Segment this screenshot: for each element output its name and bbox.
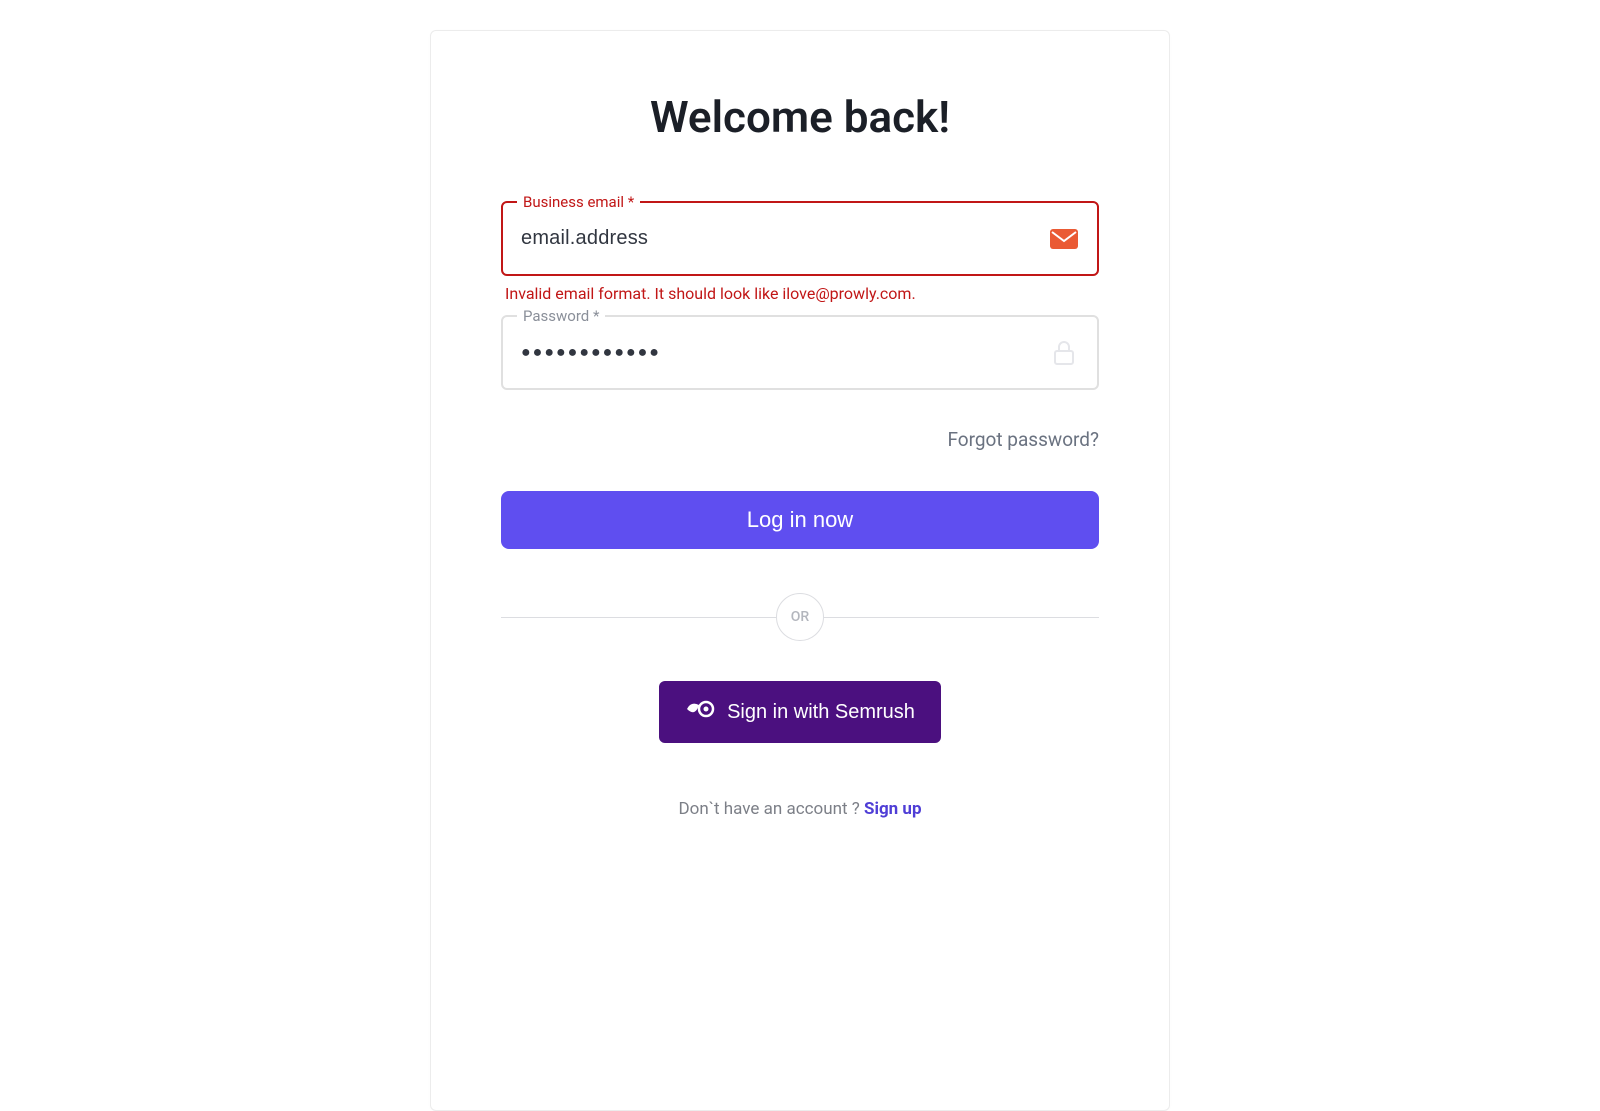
password-input-wrap: Password * [501, 315, 1099, 390]
separator-circle: OR [776, 593, 824, 641]
separator-row: OR [501, 593, 1099, 641]
separator-line-left [501, 617, 776, 618]
separator-line-right [824, 617, 1099, 618]
semrush-icon [685, 697, 715, 727]
semrush-button-label: Sign in with Semrush [727, 701, 915, 724]
password-field-group: Password * [501, 315, 1099, 390]
semrush-signin-button[interactable]: Sign in with Semrush [659, 681, 941, 743]
signup-prompt: Don`t have an account ? [678, 799, 864, 819]
password-input[interactable] [521, 344, 1041, 362]
email-field-group: Business email * Invalid email format. I… [501, 201, 1099, 303]
forgot-password-link[interactable]: Forgot password? [947, 428, 1099, 451]
signup-link[interactable]: Sign up [864, 799, 922, 819]
page-title: Welcome back! [501, 91, 1099, 143]
email-label: Business email * [517, 193, 640, 211]
lock-icon [1049, 338, 1079, 368]
login-card: Welcome back! Business email * Invalid e… [430, 30, 1170, 1111]
mail-icon [1049, 224, 1079, 254]
login-button[interactable]: Log in now [501, 491, 1099, 549]
email-error-message: Invalid email format. It should look lik… [505, 284, 1099, 303]
email-input-wrap: Business email * [501, 201, 1099, 276]
signup-row: Don`t have an account ? Sign up [501, 799, 1099, 819]
password-label: Password * [517, 307, 605, 325]
email-input[interactable] [521, 227, 1041, 250]
forgot-row: Forgot password? [501, 428, 1099, 451]
